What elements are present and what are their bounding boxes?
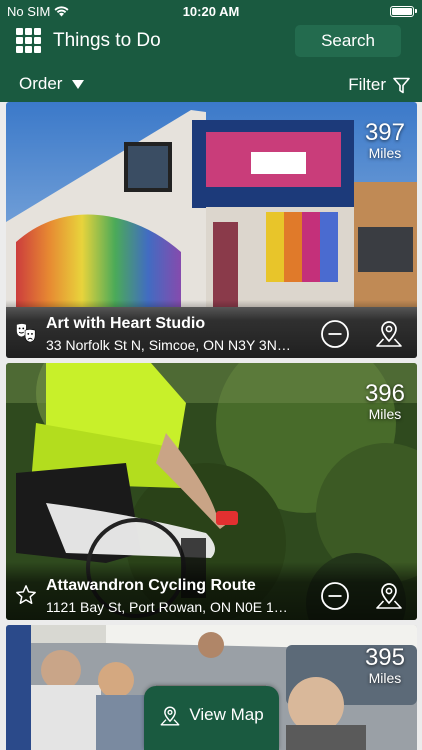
star-outline-icon [16,585,36,604]
map-pin-icon[interactable] [374,581,404,611]
filter-label: Filter [348,75,386,94]
card-info-bar: Art with Heart Studio 33 Norfolk St N, S… [6,300,417,358]
filter-button[interactable]: Filter [348,75,410,95]
map-pin-icon[interactable] [374,319,404,349]
view-map-button[interactable]: View Map [144,686,279,750]
status-bar: No SIM 10:20 AM [0,0,422,22]
map-pin-icon [160,706,180,726]
caret-down-icon [72,79,85,89]
attraction-name: Art with Heart Studio [46,315,206,332]
view-map-label: View Map [189,705,264,724]
filter-funnel-icon [393,77,410,93]
distance-value: 395 [364,644,405,671]
attraction-address: 1121 Bay St, Port Rowan, ON N0E 1… [46,599,288,615]
distance-badge: 397 Miles [365,120,405,161]
status-time: 10:20 AM [182,4,240,19]
remove-circle-icon[interactable] [320,581,350,611]
search-button[interactable]: Search [295,25,401,57]
distance-unit: Miles [368,145,402,161]
distance-badge: 395 Miles [365,645,405,686]
distance-unit: Miles [368,406,402,422]
remove-circle-icon[interactable] [320,319,350,349]
attraction-card[interactable]: 396 Miles Attawandron Cycling Route 1121… [6,363,417,620]
battery-icon [390,6,417,17]
order-label: Order [19,74,63,93]
app-header: Things to Do Search [0,22,422,62]
sort-filter-bar: Order Filter [0,62,422,102]
distance-unit: Miles [368,670,402,686]
attraction-name: Attawandron Cycling Route [46,577,256,594]
distance-value: 397 [364,119,405,146]
distance-value: 396 [364,380,405,407]
card-info-bar: Attawandron Cycling Route 1121 Bay St, P… [6,562,417,620]
theater-masks-icon [16,323,36,343]
distance-badge: 396 Miles [365,381,405,422]
attraction-address: 33 Norfolk St N, Simcoe, ON N3Y 3N… [46,337,291,353]
page-title: Things to Do [53,30,161,51]
order-button[interactable]: Order [19,74,85,94]
attraction-card[interactable]: 397 Miles Art with Heart Studio 33 Norfo… [6,102,417,358]
grid-menu-icon[interactable] [16,28,41,53]
